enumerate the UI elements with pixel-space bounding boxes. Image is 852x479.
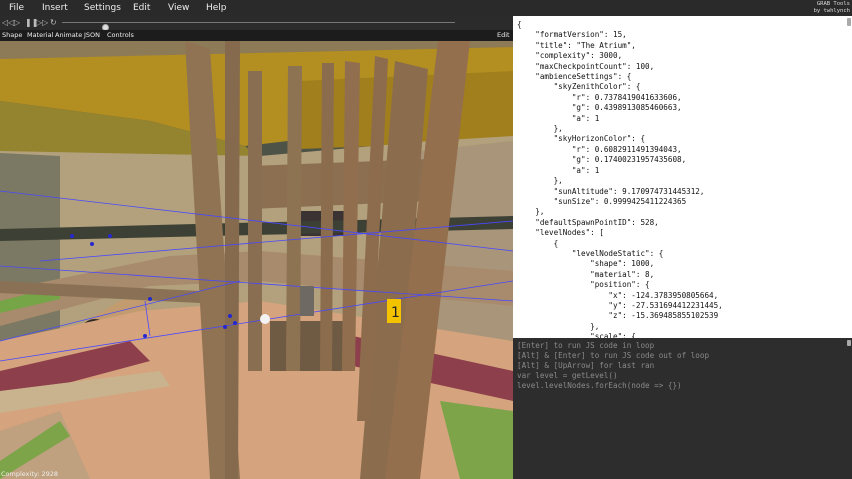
scene-render: 1 — [0, 41, 513, 479]
complexity-label: Complexity: 2928 — [1, 470, 59, 478]
fast-forward-icon[interactable]: ▷▷ — [36, 18, 48, 28]
player-head — [260, 314, 270, 324]
js-console-text[interactable]: [Enter] to run JS code in loop [Alt] & [… — [517, 341, 709, 391]
pillar — [225, 41, 240, 479]
app-brand-subtitle: by twhlynch — [813, 8, 850, 14]
menu-edit[interactable]: Edit — [133, 3, 150, 13]
pillar — [286, 66, 302, 371]
json-editor[interactable]: { "formatVersion": 15, "title": "The Atr… — [513, 16, 852, 393]
menu-insert[interactable]: Insert — [42, 3, 68, 13]
menu-help[interactable]: Help — [206, 3, 227, 13]
json-scrollbar[interactable] — [847, 18, 851, 26]
console-scrollbar[interactable] — [847, 340, 851, 346]
app-brand-title: GRAB Tools — [816, 1, 850, 7]
tab-material[interactable]: Material — [27, 31, 53, 39]
menu-settings[interactable]: Settings — [84, 3, 121, 13]
js-console[interactable]: [Enter] to run JS code in loop [Alt] & [… — [513, 338, 852, 479]
editor-tabs: Shape Material Animate JSON Controls Edi… — [0, 30, 513, 41]
center-block — [270, 321, 350, 371]
tab-shape[interactable]: Shape — [2, 31, 22, 39]
timeline-track[interactable] — [62, 22, 455, 31]
tab-controls[interactable]: Controls — [107, 31, 134, 39]
tab-animate[interactable]: Animate — [55, 31, 82, 39]
menu-file[interactable]: File — [9, 3, 24, 13]
statue — [300, 286, 314, 316]
tab-json[interactable]: JSON — [84, 31, 100, 39]
pillar — [320, 63, 334, 371]
menu-view[interactable]: View — [168, 3, 189, 13]
sign-number: 1 — [391, 305, 400, 321]
edit-button[interactable]: Edit — [497, 31, 510, 39]
loop-icon[interactable]: ↻ — [50, 18, 57, 28]
menu-bar: File Insert Settings Edit View Help GRAB… — [0, 0, 852, 16]
3d-viewport[interactable]: 1 — [0, 41, 513, 479]
app-brand: GRAB Tools by twhlynch — [814, 1, 850, 15]
rewind-icon[interactable]: ◁◁ — [2, 18, 14, 28]
play-icon[interactable]: ▷ — [14, 18, 20, 28]
animation-transport: ◁◁ ▷ ❚❚ ▷▷ ↻ — [0, 16, 513, 31]
